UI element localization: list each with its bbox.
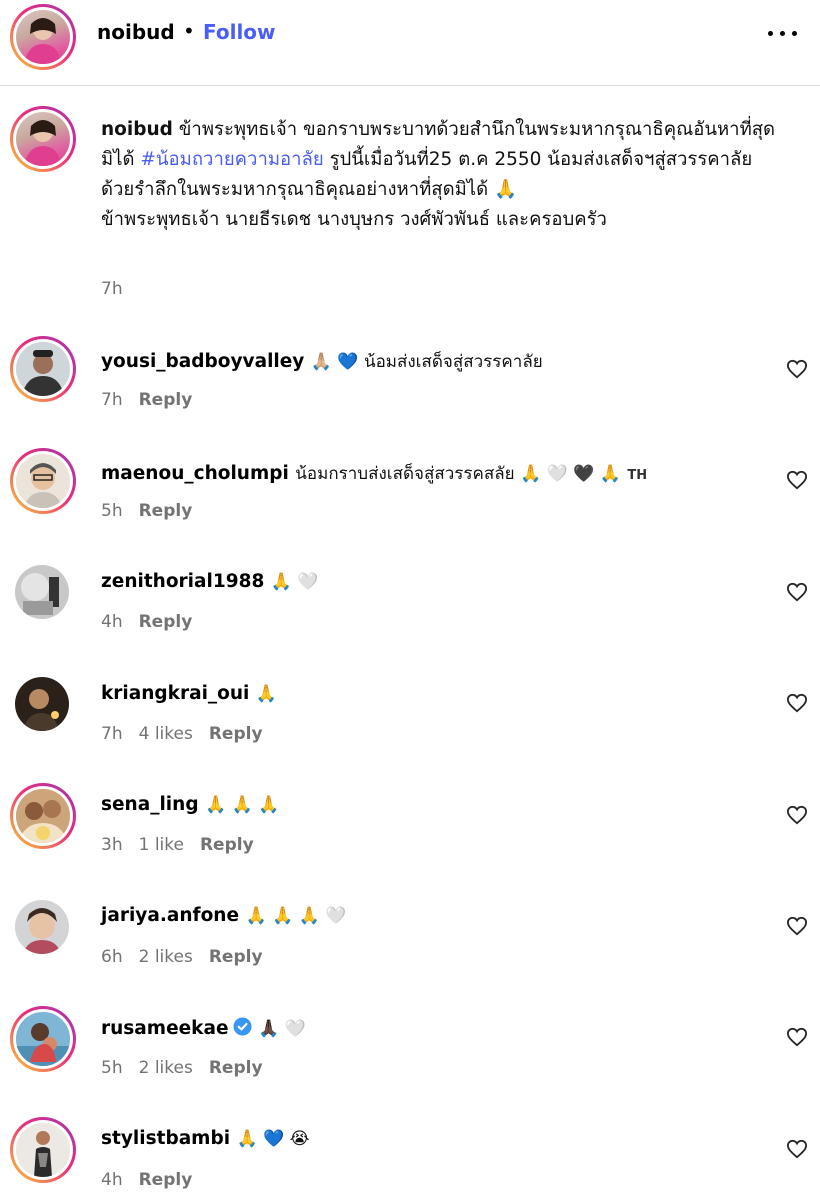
comment-time: 7h [101,724,123,744]
commenter-avatar[interactable] [10,336,76,402]
separator-dot: • [183,19,195,43]
reply-button[interactable]: Reply [139,1170,193,1190]
reply-button[interactable]: Reply [139,612,193,632]
comment-likes[interactable]: 4 likes [139,724,193,744]
comment-text: 🙏🏿 🤍 [257,1019,306,1039]
commenter-avatar[interactable] [10,1117,76,1183]
comment-line: maenou_cholumpi น้อมกราบส่งเสด็จสู่สวรรค… [101,460,647,487]
commenter-avatar[interactable] [15,565,69,619]
more-horizontal-icon[interactable] [766,26,800,42]
comment-time: 5h [101,1058,123,1078]
like-heart-icon[interactable] [786,805,808,825]
caption-hashtag[interactable]: #น้อมถวายความอาลัย [140,149,323,170]
like-heart-icon[interactable] [786,916,808,936]
verified-badge-icon [232,1017,252,1036]
caption-avatar[interactable] [10,106,76,172]
author-avatar[interactable] [10,4,76,70]
post-caption: noibud ข้าพระพุทธเจ้า ขอกราบพระบาทด้วยสำ… [101,115,791,235]
follow-button[interactable]: Follow [203,20,276,44]
comment-text: 🙏 🙏 🙏 [205,795,280,815]
comment-username[interactable]: jariya.anfone [101,905,239,926]
comment-username[interactable]: sena_ling [101,794,199,815]
comment-meta: 5h 2 likes Reply [101,1058,279,1078]
comment-meta: 7h Reply [101,390,208,410]
comment-meta: 6h 2 likes Reply [101,947,279,967]
comment-time: 6h [101,947,123,967]
comment-meta: 4h Reply [101,612,208,632]
comment-text: 🙏 [255,684,278,704]
comment-username[interactable]: kriangkrai_oui [101,683,249,704]
comment-text: น้อมกราบส่งเสด็จสู่สวรรคสลัย 🙏 🤍 🖤 🙏 [295,464,621,484]
like-heart-icon[interactable] [786,1027,808,1047]
comment-username[interactable]: rusameekae [101,1018,229,1039]
comment-line: sena_ling 🙏 🙏 🙏 [101,794,279,815]
comment-likes[interactable]: 2 likes [139,1058,193,1078]
comment-text: 🙏 💙 😭 [236,1129,310,1149]
commenter-avatar[interactable] [10,448,76,514]
like-heart-icon[interactable] [786,582,808,602]
commenter-avatar[interactable] [15,900,69,954]
reply-button[interactable]: Reply [209,1058,263,1078]
comment-meta: 7h 4 likes Reply [101,724,279,744]
comment-likes[interactable]: 1 like [139,835,184,855]
like-heart-icon[interactable] [786,693,808,713]
comment-text: 🙏 🤍 [270,572,319,592]
comment-time: 7h [101,390,123,410]
comment-meta: 4h Reply [101,1170,208,1190]
caption-time: 7h [101,279,123,299]
caption-text-4: ข้าพระพุทธเจ้า นายธีรเดช นางบุษกร วงศ์พั… [101,209,607,230]
caption-username[interactable]: noibud [101,119,173,140]
comment-time: 4h [101,1170,123,1190]
comment-username[interactable]: maenou_cholumpi [101,463,289,484]
reply-button[interactable]: Reply [139,390,193,410]
post-header: noibud • Follow [0,0,820,86]
comment-line: rusameekae 🙏🏿 🤍 [101,1017,306,1039]
comment-line: yousi_badboyvalley 🙏🏼 💙 น้อมส่งเสด็จสู่ส… [101,348,543,375]
like-heart-icon[interactable] [786,359,808,379]
comment-text: 🙏 🙏 🙏 🤍 [245,906,347,926]
comment-text: 🙏🏼 💙 น้อมส่งเสด็จสู่สวรรคาลัย [310,352,543,372]
like-heart-icon[interactable] [786,470,808,490]
comment-meta: 5h Reply [101,501,208,521]
reply-button[interactable]: Reply [200,835,254,855]
comment-line: jariya.anfone 🙏 🙏 🙏 🤍 [101,905,346,926]
commenter-avatar[interactable] [10,783,76,849]
comment-username[interactable]: yousi_badboyvalley [101,351,304,372]
reply-button[interactable]: Reply [139,501,193,521]
comment-line: kriangkrai_oui 🙏 [101,683,277,704]
commenter-avatar[interactable] [15,677,69,731]
comment-time: 3h [101,835,123,855]
comment-time: 5h [101,501,123,521]
comment-username[interactable]: zenithorial1988 [101,571,264,592]
caption-text-2: รูปนี้เมื่อวันที่25 ต.ค 2550 น้อมส่งเสด็… [329,149,753,170]
flag-badge: TH [627,468,648,483]
author-username[interactable]: noibud [97,20,175,44]
comment-line: stylistbambi 🙏 💙 😭 [101,1128,310,1149]
commenter-avatar[interactable] [10,1006,76,1072]
comment-line: zenithorial1988 🙏 🤍 [101,571,319,592]
like-heart-icon[interactable] [786,1139,808,1159]
reply-button[interactable]: Reply [209,724,263,744]
reply-button[interactable]: Reply [209,947,263,967]
caption-text-3: ด้วยรำลึกในพระมหากรุณาธิคุณอย่างหาที่สุด… [101,179,518,200]
comment-meta: 3h 1 like Reply [101,835,270,855]
comment-likes[interactable]: 2 likes [139,947,193,967]
comment-time: 4h [101,612,123,632]
comment-username[interactable]: stylistbambi [101,1128,230,1149]
